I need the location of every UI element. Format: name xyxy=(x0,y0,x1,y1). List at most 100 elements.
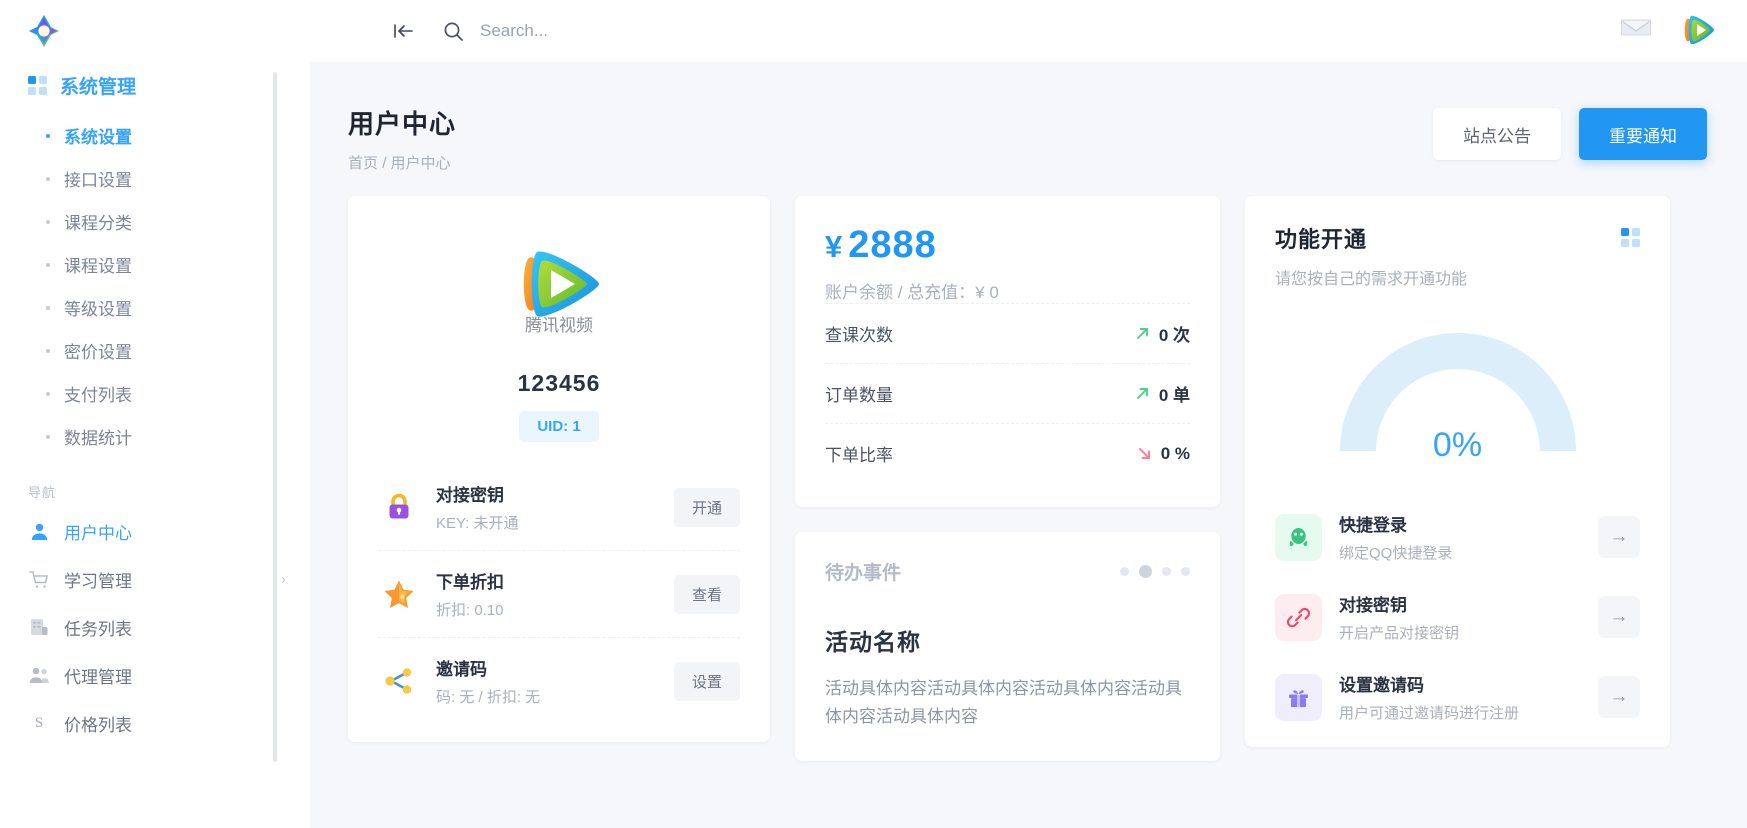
sidebar-item-level-settings[interactable]: 等级设置 xyxy=(0,286,310,329)
stat-value-wrap: 0 次 xyxy=(1135,321,1190,346)
sidebar-item-label: 价格列表 xyxy=(64,711,132,736)
function-row-api-key[interactable]: 对接密钥 开启产品对接密钥 → xyxy=(1275,577,1640,657)
link-icon xyxy=(1275,594,1322,641)
profile-summary: 腾讯视频 123456 UID: 1 xyxy=(348,196,770,442)
sidebar-item-label: 接口设置 xyxy=(64,166,132,191)
feature-title: 下单折扣 xyxy=(436,568,504,593)
bullet-icon xyxy=(46,349,50,353)
todo-card-title: 待办事件 xyxy=(825,558,901,585)
sidebar-item-agent-management[interactable]: 代理管理 xyxy=(0,651,310,699)
feature-text: 邀请码 码: 无 / 折扣: 无 xyxy=(436,655,540,707)
svg-text:腾讯视频: 腾讯视频 xyxy=(525,316,593,335)
sidebar-item-study-management[interactable]: 学习管理 › xyxy=(0,555,310,603)
site-announcement-button[interactable]: 站点公告 xyxy=(1433,108,1561,160)
top-bar xyxy=(0,0,1747,62)
sidebar-nav-section-label: 导航 xyxy=(28,482,310,501)
breadcrumb-separator: / xyxy=(382,155,386,172)
stat-label: 订单数量 xyxy=(825,381,893,406)
sidebar-group-system-management[interactable]: 系统管理 xyxy=(0,62,310,108)
sidebar-scrollbar[interactable] xyxy=(273,72,277,762)
activate-button[interactable]: 开通 xyxy=(674,488,740,527)
qq-icon xyxy=(1275,514,1322,561)
arrow-right-icon[interactable]: → xyxy=(1598,516,1640,558)
settings-button[interactable]: 设置 xyxy=(674,662,740,701)
sidebar-item-label: 支付列表 xyxy=(64,381,132,406)
sidebar-item-price-settings[interactable]: 密价设置 xyxy=(0,329,310,372)
sidebar-item-payment-list[interactable]: 支付列表 xyxy=(0,372,310,415)
function-text: 快捷登录 绑定QQ快捷登录 xyxy=(1339,511,1452,563)
sidebar-item-user-center[interactable]: 用户中心 xyxy=(0,507,310,555)
function-row-quick-login[interactable]: 快捷登录 绑定QQ快捷登录 → xyxy=(1275,497,1640,577)
tencent-video-logo: 腾讯视频 xyxy=(505,236,613,344)
function-list: 快捷登录 绑定QQ快捷登录 → 对接密钥 xyxy=(1275,497,1640,737)
feature-text: 下单折扣 折扣: 0.10 xyxy=(436,568,504,620)
event-title: 活动名称 xyxy=(825,623,1190,657)
carousel-dot[interactable] xyxy=(1120,567,1129,576)
function-card-title: 功能开通 xyxy=(1275,222,1467,254)
important-notice-button[interactable]: 重要通知 xyxy=(1579,108,1707,160)
sidebar-item-course-settings[interactable]: 课程设置 xyxy=(0,243,310,286)
carousel-dot[interactable] xyxy=(1181,567,1190,576)
sidebar-item-label: 用户中心 xyxy=(64,519,132,544)
task-list-icon xyxy=(28,616,50,638)
sidebar-item-course-category[interactable]: 课程分类 xyxy=(0,200,310,243)
mail-icon[interactable] xyxy=(1621,18,1651,45)
arrow-right-icon[interactable]: → xyxy=(1598,676,1640,718)
app-logo[interactable] xyxy=(18,12,70,50)
profile-feature-list: 对接密钥 KEY: 未开通 开通 下单折扣 xyxy=(348,464,770,742)
carousel-dot[interactable] xyxy=(1162,567,1171,576)
main-content: 用户中心 首页 / 用户中心 站点公告 重要通知 xyxy=(310,62,1747,828)
search-icon[interactable] xyxy=(434,14,472,48)
view-button[interactable]: 查看 xyxy=(674,575,740,614)
balance-amount: ¥2888 xyxy=(825,224,1190,267)
collapse-left-icon[interactable] xyxy=(386,14,420,48)
gauge-percent-label: 0% xyxy=(1275,426,1640,465)
function-row-invite-code[interactable]: 设置邀请码 用户可通过邀请码进行注册 → xyxy=(1275,657,1640,737)
trend-down-icon xyxy=(1137,446,1152,461)
feature-text: 对接密钥 KEY: 未开通 xyxy=(436,481,519,533)
tencent-video-avatar[interactable] xyxy=(1677,9,1721,53)
stat-row-order-count: 订单数量 0 单 xyxy=(825,363,1190,423)
arrow-right-icon[interactable]: → xyxy=(1598,596,1640,638)
search-input[interactable] xyxy=(480,21,780,41)
feature-subtitle: KEY: 未开通 xyxy=(436,512,519,533)
sidebar-item-label: 代理管理 xyxy=(64,663,132,688)
trend-up-icon xyxy=(1135,386,1150,401)
share-icon xyxy=(378,660,420,702)
stat-value: 0 单 xyxy=(1159,381,1190,406)
sidebar-item-price-list[interactable]: S 价格列表 xyxy=(0,699,310,747)
balance-subtitle: 账户余额 / 总充值：¥ 0 xyxy=(825,278,1190,303)
page-header: 用户中心 首页 / 用户中心 站点公告 重要通知 xyxy=(310,62,1747,173)
sidebar-item-label: 等级设置 xyxy=(64,295,132,320)
function-text: 设置邀请码 用户可通过邀请码进行注册 xyxy=(1339,671,1519,723)
carousel-dot-active[interactable] xyxy=(1139,565,1152,578)
sidebar-item-label: 任务列表 xyxy=(64,615,132,640)
sidebar-item-system-settings[interactable]: 系统设置 xyxy=(0,114,310,157)
breadcrumb-home[interactable]: 首页 xyxy=(348,155,378,172)
stat-value-wrap: 0 单 xyxy=(1135,381,1190,406)
grid-icon[interactable] xyxy=(1621,228,1640,247)
feature-title: 邀请码 xyxy=(436,655,540,680)
letter-s-icon: S xyxy=(28,712,50,734)
sidebar: 系统管理 系统设置 接口设置 课程分类 课程设置 等级设置 密价设置 支付列表 … xyxy=(0,62,310,828)
carousel-dots[interactable] xyxy=(1120,565,1190,578)
top-bar-tools xyxy=(386,14,780,48)
sidebar-item-task-list[interactable]: 任务列表 xyxy=(0,603,310,651)
feature-subtitle: 折扣: 0.10 xyxy=(436,599,504,620)
function-title: 对接密钥 xyxy=(1339,591,1459,616)
cards-row: 腾讯视频 123456 UID: 1 对接密钥 xyxy=(310,173,1747,761)
todo-card-header: 待办事件 xyxy=(825,558,1190,585)
gift-icon xyxy=(1275,674,1322,721)
balance-card: ¥2888 账户余额 / 总充值：¥ 0 查课次数 0 次 订单数量 0 单 xyxy=(795,196,1220,507)
function-subtitle: 用户可通过邀请码进行注册 xyxy=(1339,702,1519,723)
sidebar-item-interface-settings[interactable]: 接口设置 xyxy=(0,157,310,200)
feature-row-api-key: 对接密钥 KEY: 未开通 开通 xyxy=(378,464,740,550)
function-card-subtitle: 请您按自己的需求开通功能 xyxy=(1275,265,1467,289)
page-title: 用户中心 xyxy=(348,104,456,141)
event-description: 活动具体内容活动具体内容活动具体内容活动具体内容活动具体内容 xyxy=(825,675,1190,731)
sidebar-submenu: 系统设置 接口设置 课程分类 课程设置 等级设置 密价设置 支付列表 数据统计 xyxy=(0,114,310,458)
username: 123456 xyxy=(348,370,770,397)
sidebar-item-data-statistics[interactable]: 数据统计 xyxy=(0,415,310,458)
bullet-icon xyxy=(46,263,50,267)
stat-value: 0 次 xyxy=(1159,321,1190,346)
